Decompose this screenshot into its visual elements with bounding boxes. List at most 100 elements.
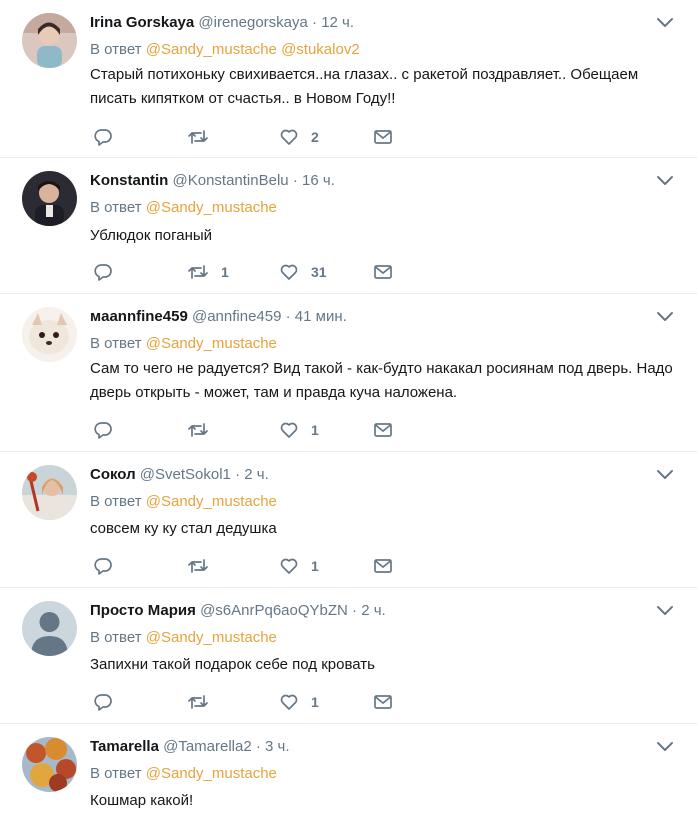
reply-icon <box>94 129 112 146</box>
avatar[interactable] <box>22 171 77 226</box>
tweet-text: Кошмар какой! <box>90 792 194 809</box>
tweet-text: совсем ку ку стал дедушка <box>90 520 277 537</box>
like-button[interactable]: 2 <box>279 127 319 147</box>
like-icon <box>280 694 298 710</box>
timestamp[interactable]: 41 мин. <box>295 308 347 325</box>
tweet[interactable]: Irina Gorskaya @irenegorskaya · 12 ч. В … <box>0 0 697 158</box>
retweet-button[interactable] <box>187 420 221 440</box>
avatar[interactable] <box>22 737 77 792</box>
username[interactable]: @s6AnrPq6aoQYbZN <box>200 602 348 619</box>
chevron-down-icon[interactable] <box>655 173 675 187</box>
display-name[interactable]: Tamarella <box>90 738 159 755</box>
mention-link[interactable]: @Sandy_mustache <box>146 41 277 58</box>
retweet-count: 1 <box>221 264 229 280</box>
reply-button[interactable] <box>93 127 125 147</box>
tweet-header: Konstantin @KonstantinBelu · 16 ч. <box>90 172 335 190</box>
separator-dot: · <box>285 308 291 325</box>
like-icon <box>280 129 298 145</box>
reply-context: В ответ @Sandy_mustache @stukalov2 <box>90 41 360 59</box>
like-button[interactable]: 1 <box>279 556 319 576</box>
reply-prefix: В ответ <box>90 765 142 782</box>
like-button[interactable]: 31 <box>279 262 327 282</box>
chevron-down-icon[interactable] <box>655 603 675 617</box>
chevron-down-icon[interactable] <box>655 739 675 753</box>
like-button[interactable]: 1 <box>279 692 319 712</box>
like-count: 2 <box>311 129 319 145</box>
retweet-icon <box>188 559 208 573</box>
tweet[interactable]: Tamarella @Tamarella2 · 3 ч. В ответ @Sa… <box>0 724 697 819</box>
display-name[interactable]: Konstantin <box>90 172 168 189</box>
direct-message-button[interactable] <box>373 262 393 282</box>
retweet-icon <box>188 130 208 144</box>
mention-link[interactable]: @Sandy_mustache <box>146 493 277 510</box>
reply-prefix: В ответ <box>90 335 142 352</box>
timestamp[interactable]: 12 ч. <box>321 14 354 31</box>
tweet-actions: 1 <box>93 420 403 440</box>
direct-message-button[interactable] <box>373 692 393 712</box>
direct-message-button[interactable] <box>373 127 393 147</box>
timestamp[interactable]: 3 ч. <box>265 738 290 755</box>
like-count: 1 <box>311 694 319 710</box>
reply-button[interactable] <box>93 556 125 576</box>
like-count: 31 <box>311 264 327 280</box>
tweet-text: Ублюдок поганый <box>90 227 213 244</box>
tweet[interactable]: Просто Мария @s6AnrPq6aoQYbZN · 2 ч. В о… <box>0 588 697 724</box>
avatar[interactable] <box>22 601 77 656</box>
mention-link[interactable]: @Sandy_mustache <box>146 335 277 352</box>
tweet-text: Сам то чего не радуется? Вид такой - как… <box>90 360 673 401</box>
timestamp[interactable]: 2 ч. <box>361 602 386 619</box>
direct-message-icon <box>374 695 392 709</box>
display-name[interactable]: мaannfine459 <box>90 308 188 325</box>
like-button[interactable]: 1 <box>279 420 319 440</box>
avatar[interactable] <box>22 307 77 362</box>
reply-button[interactable] <box>93 262 125 282</box>
chevron-down-icon[interactable] <box>655 467 675 481</box>
reply-icon <box>94 422 112 439</box>
direct-message-icon <box>374 559 392 573</box>
direct-message-icon <box>374 423 392 437</box>
tweet-actions: 2 <box>93 127 403 147</box>
reply-context: В ответ @Sandy_mustache <box>90 629 277 647</box>
retweet-button[interactable] <box>187 556 221 576</box>
username[interactable]: @irenegorskaya <box>198 14 307 31</box>
separator-dot: · <box>292 172 298 189</box>
direct-message-button[interactable] <box>373 420 393 440</box>
timestamp[interactable]: 16 ч. <box>302 172 335 189</box>
mention-link[interactable]: @Sandy_mustache <box>146 199 277 216</box>
tweet[interactable]: Konstantin @KonstantinBelu · 16 ч. В отв… <box>0 158 697 294</box>
mention-link[interactable]: @Sandy_mustache <box>146 765 277 782</box>
username[interactable]: @SvetSokol1 <box>140 466 231 483</box>
reply-feed: Irina Gorskaya @irenegorskaya · 12 ч. В … <box>0 0 697 819</box>
timestamp[interactable]: 2 ч. <box>244 466 269 483</box>
reply-button[interactable] <box>93 692 125 712</box>
display-name[interactable]: Irina Gorskaya <box>90 14 194 31</box>
tweet-actions: 1 <box>93 556 403 576</box>
mention-link[interactable]: @stukalov2 <box>281 41 360 58</box>
tweet[interactable]: Сокол @SvetSokol1 · 2 ч. В ответ @Sandy_… <box>0 452 697 588</box>
tweet[interactable]: мaannfine459 @annfine459 · 41 мин. В отв… <box>0 294 697 452</box>
chevron-down-icon[interactable] <box>655 15 675 29</box>
tweet-header: Просто Мария @s6AnrPq6aoQYbZN · 2 ч. <box>90 602 386 620</box>
avatar[interactable] <box>22 13 77 68</box>
reply-context: В ответ @Sandy_mustache <box>90 493 277 511</box>
mention-link[interactable]: @Sandy_mustache <box>146 629 277 646</box>
retweet-button[interactable] <box>187 692 221 712</box>
tweet-header: Сокол @SvetSokol1 · 2 ч. <box>90 466 269 484</box>
reply-context: В ответ @Sandy_mustache <box>90 335 277 353</box>
avatar[interactable] <box>22 465 77 520</box>
retweet-icon <box>188 423 208 437</box>
username[interactable]: @Tamarella2 <box>163 738 252 755</box>
display-name[interactable]: Сокол <box>90 466 136 483</box>
reply-button[interactable] <box>93 420 125 440</box>
username[interactable]: @annfine459 <box>192 308 281 325</box>
tweet-text: Старый потихоньку свихивается..на глазах… <box>90 66 639 107</box>
retweet-button[interactable] <box>187 127 221 147</box>
display-name[interactable]: Просто Мария <box>90 602 196 619</box>
username[interactable]: @KonstantinBelu <box>173 172 289 189</box>
tweet-actions: 1 <box>93 692 403 712</box>
retweet-button[interactable]: 1 <box>187 262 229 282</box>
direct-message-icon <box>374 130 392 144</box>
reply-prefix: В ответ <box>90 493 142 510</box>
chevron-down-icon[interactable] <box>655 309 675 323</box>
direct-message-button[interactable] <box>373 556 393 576</box>
